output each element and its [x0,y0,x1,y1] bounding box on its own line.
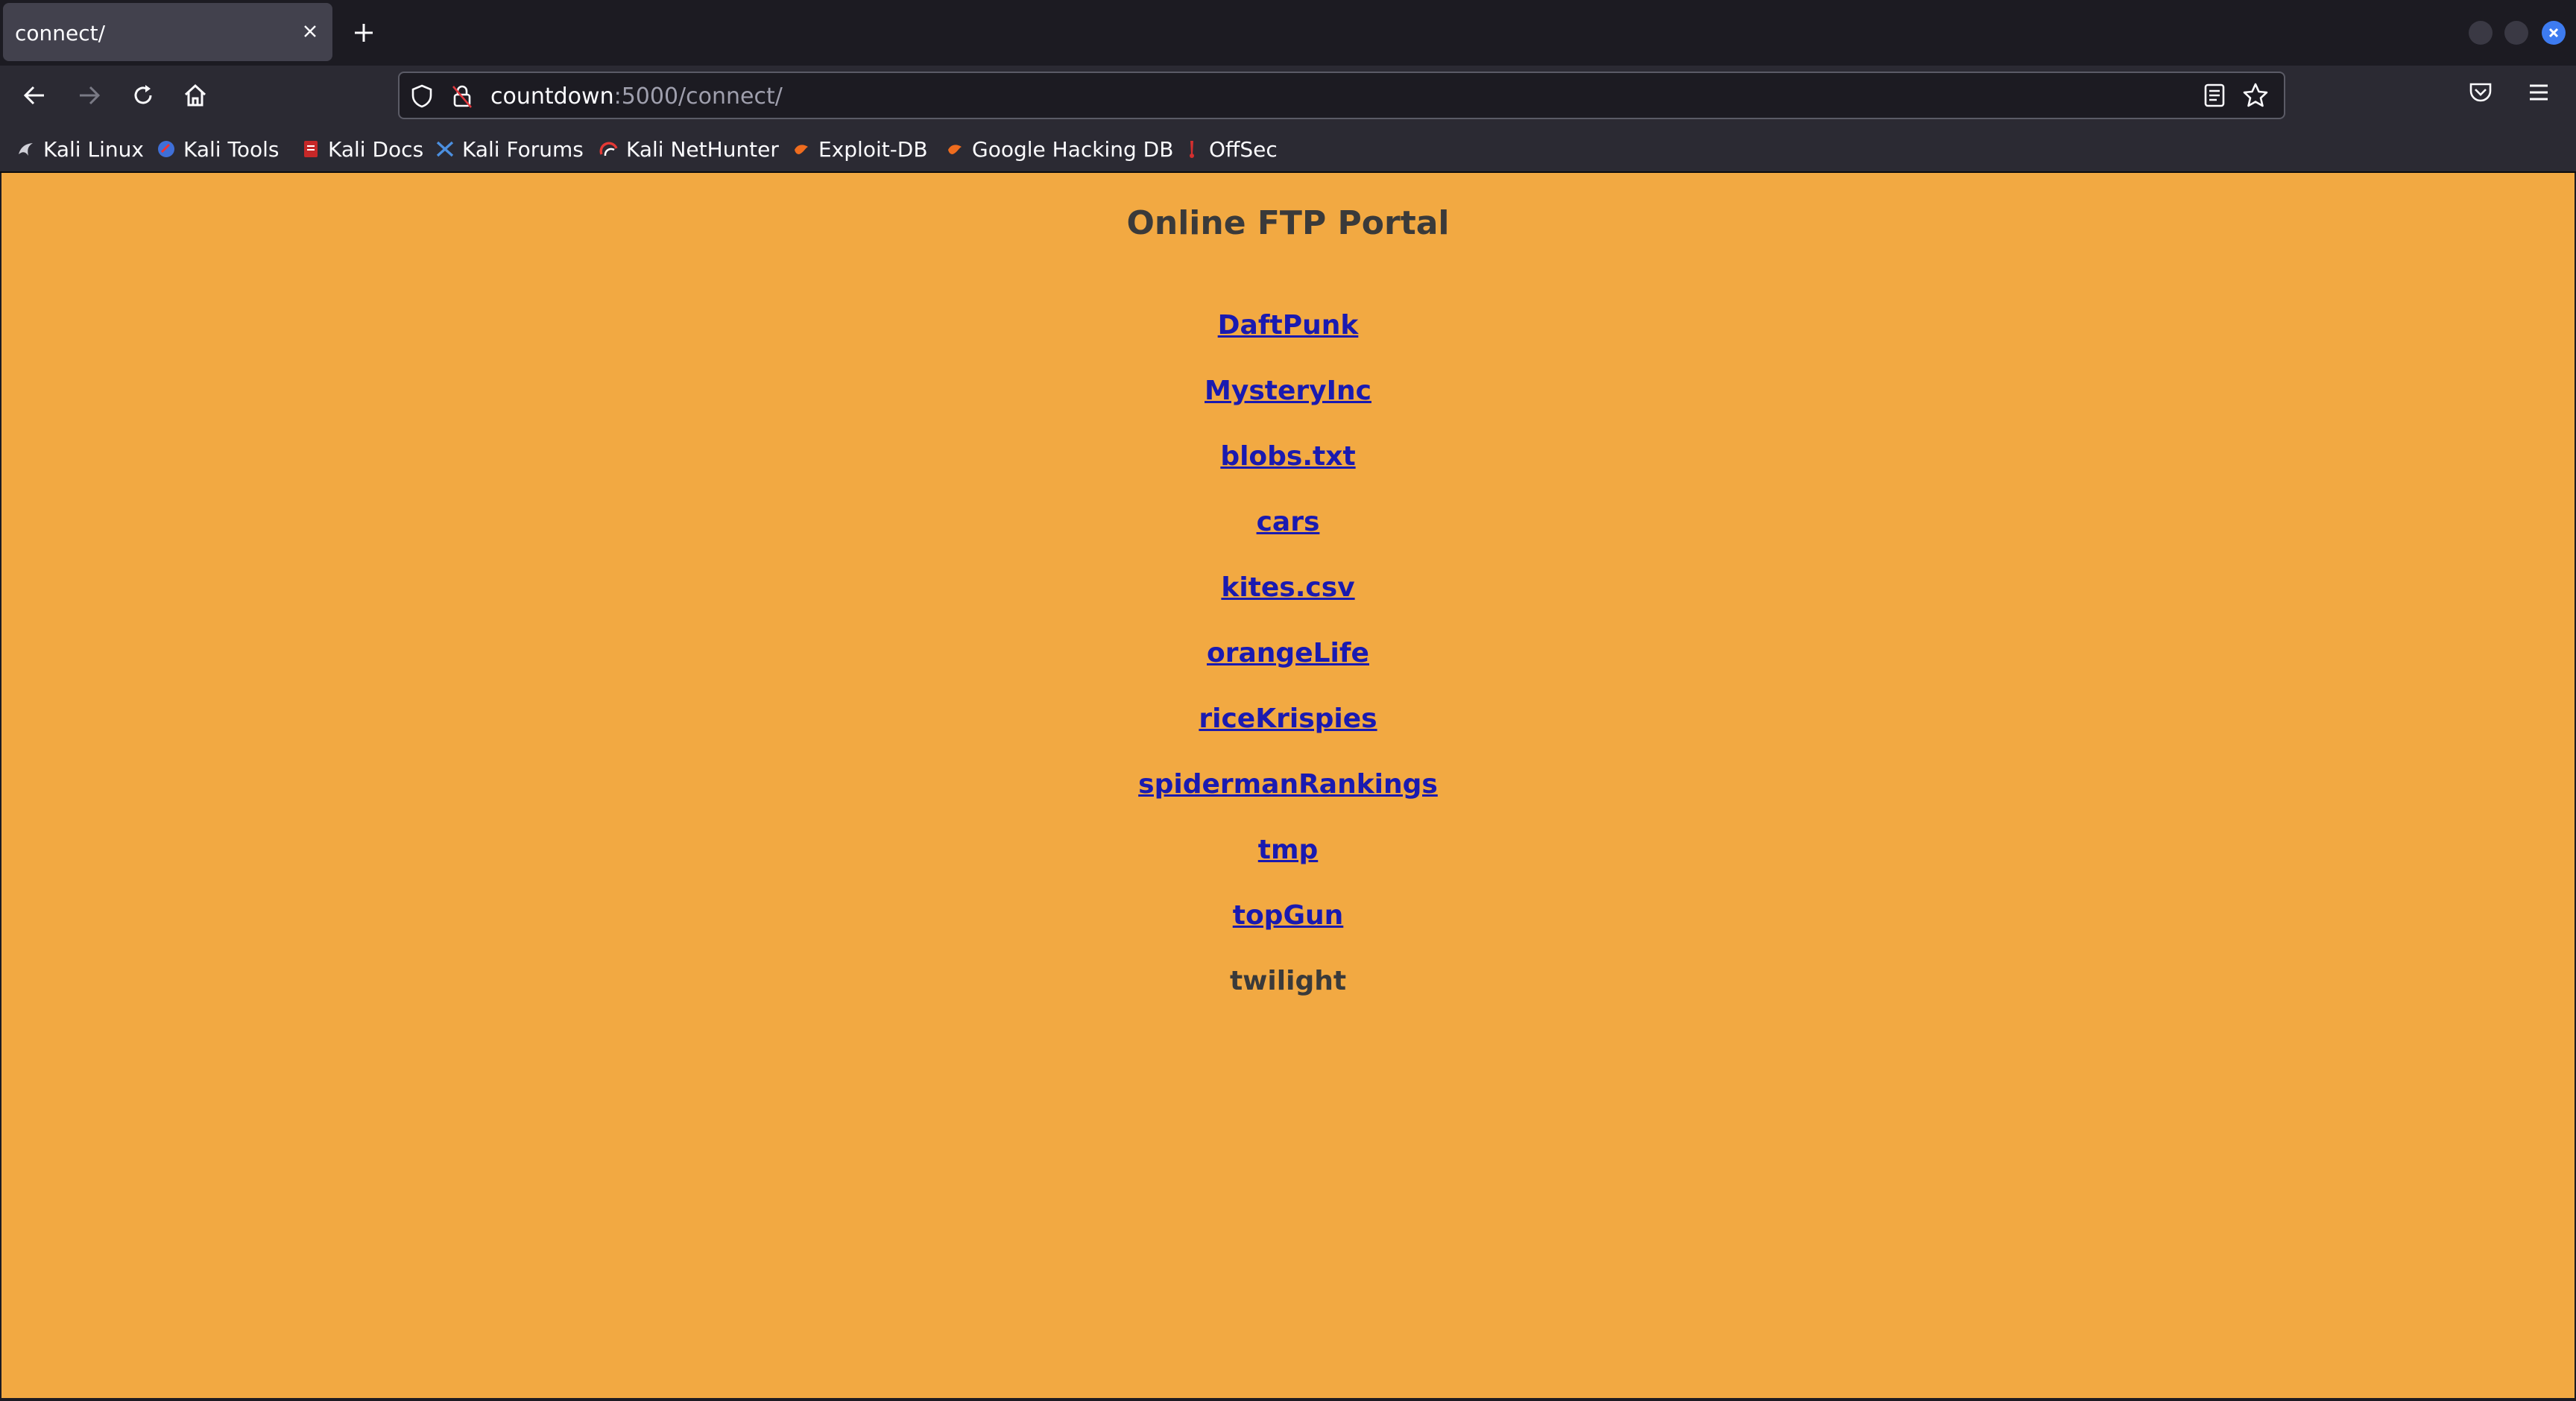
url-path: :5000/connect/ [613,83,783,110]
file-link[interactable]: cars [1257,507,1320,537]
bookmark-label: Kali Docs [328,136,424,162]
home-icon [184,83,206,107]
tab-title: connect/ [15,21,106,45]
url-bar[interactable]: countdown:5000/connect/ [398,72,2285,119]
home-button[interactable] [176,76,215,115]
bookmark-kali-docs[interactable]: Kali Docs [301,136,423,162]
bookmark-offsec[interactable]: OffSec [1182,136,1278,162]
bookmark-label: OffSec [1209,136,1278,162]
kali-tools-icon [158,141,174,157]
file-link[interactable]: spidermanRankings [1138,769,1438,800]
page-viewport: Online FTP Portal DaftPunk MysteryInc bl… [1,173,2575,1398]
file-list-item: tmp [1,832,2575,869]
file-link[interactable]: blobs.txt [1220,441,1355,472]
window-close-button[interactable] [2542,21,2566,45]
arrow-left-icon [23,86,44,105]
url-host: countdown [490,83,614,110]
file-link[interactable]: riceKrispies [1199,703,1377,734]
file-list-item: blobs.txt [1,438,2575,475]
reload-icon [134,85,152,104]
file-list-item: MysteryInc [1,373,2575,410]
file-link[interactable]: orangeLife [1207,638,1369,668]
bookmark-kali-forums[interactable]: Kali Forums [435,136,584,162]
bookmark-label: Kali Tools [183,136,280,162]
active-tab[interactable]: connect/ [3,3,332,61]
window-minimize-button[interactable] [2469,21,2493,45]
close-icon [2548,28,2559,38]
bookmark-label: Google Hacking DB [972,136,1174,162]
window-maximize-button[interactable] [2504,21,2528,45]
file-link[interactable]: tmp [1258,835,1319,865]
file-link[interactable]: MysteryInc [1205,376,1371,406]
bookmark-exploit-db[interactable]: Exploit-DB [792,136,928,162]
file-list-item: cars [1,504,2575,541]
file-list-item: orangeLife [1,635,2575,672]
file-list-item: riceKrispies [1,700,2575,738]
pocket-icon[interactable] [2467,79,2494,109]
file-link[interactable]: kites.csv [1221,572,1354,603]
reader-view-icon[interactable] [2202,82,2227,112]
file-list-item: spidermanRankings [1,766,2575,803]
exploit-db-icon [795,145,808,154]
page-title: Online FTP Portal [1126,204,1450,242]
hamburger-menu-icon[interactable] [2525,79,2552,109]
file-link[interactable]: topGun [1233,900,1344,931]
offsec-icon [1190,141,1194,158]
kali-dragon-icon [19,143,33,156]
nethunter-icon [599,142,618,156]
file-link[interactable]: DaftPunk [1218,310,1359,341]
shield-icon[interactable] [410,83,434,112]
navigation-toolbar: countdown:5000/connect/ [0,66,2576,125]
forward-button[interactable] [70,76,109,115]
file-list-item: twilight [1,963,2575,1000]
window-bottom-border [0,1398,2576,1401]
bookmark-label: Exploit-DB [818,136,928,162]
bookmark-label: Kali Forums [462,136,584,162]
tab-strip: connect/ [0,0,2576,66]
bookmarks-toolbar: Kali Linux Kali Tools Kali Docs Kali For… [0,125,2576,173]
file-label-plain: twilight [1229,966,1347,996]
bookmark-star-icon[interactable] [2242,82,2269,112]
new-tab-button[interactable] [347,16,380,49]
file-list-item: kites.csv [1,569,2575,607]
bookmark-label: Kali NetHunter [626,136,779,162]
arrow-right-icon [80,86,101,105]
tab-close-icon[interactable] [297,18,323,45]
bookmark-kali-nethunter[interactable]: Kali NetHunter [599,136,779,162]
plus-icon [355,24,373,42]
bookmark-google-hacking-db[interactable]: Google Hacking DB [945,136,1173,162]
file-list-item: DaftPunk [1,307,2575,344]
reload-button[interactable] [124,76,162,115]
bookmark-kali-linux[interactable]: Kali Linux [16,136,144,162]
kali-forums-icon [436,141,454,157]
bookmark-kali-tools[interactable]: Kali Tools [157,136,279,162]
kali-docs-icon [304,141,318,157]
lock-insecure-icon[interactable] [450,83,474,112]
file-list-item: topGun [1,897,2575,934]
url-text[interactable]: countdown:5000/connect/ [490,83,783,110]
back-button[interactable] [15,76,54,115]
bookmark-label: Kali Linux [43,136,144,162]
ghdb-icon [948,145,962,154]
